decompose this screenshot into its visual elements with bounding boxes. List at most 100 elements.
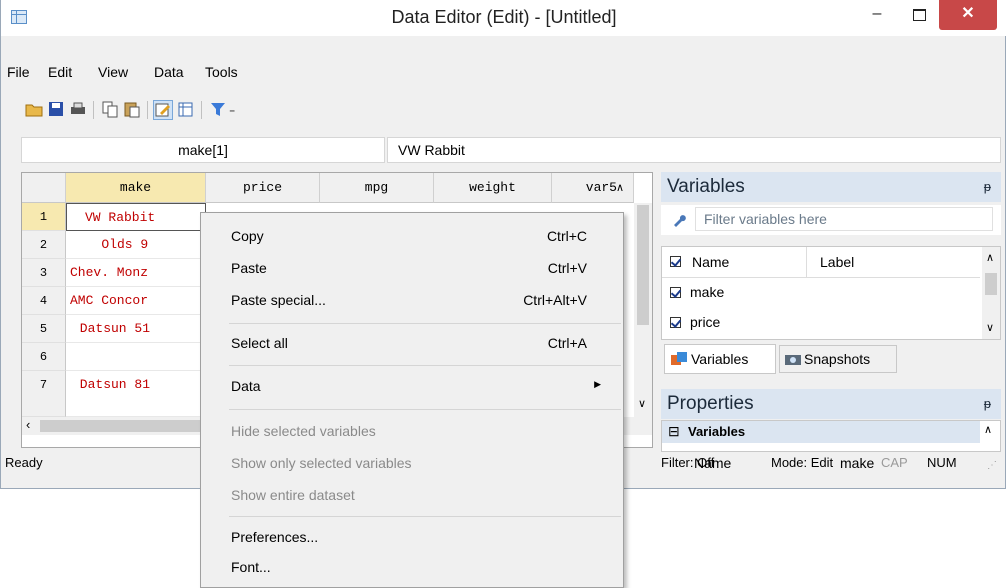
variables-filter-input[interactable]: Filter variables here — [695, 207, 993, 231]
variable-checkbox[interactable] — [670, 287, 681, 298]
horizontal-scroll-thumb[interactable] — [40, 420, 210, 432]
menu-separator — [229, 409, 621, 410]
variables-panel-header: Variables ᵽ — [661, 172, 1001, 202]
row-header[interactable]: 7 — [22, 371, 66, 417]
maximize-icon — [912, 9, 926, 21]
shortcut-select-all: Ctrl+A — [547, 335, 587, 351]
column-header-make[interactable]: make — [66, 173, 206, 203]
filter-icon[interactable] — [209, 100, 227, 118]
toolbar-separator — [93, 101, 94, 119]
vertical-scrollbar[interactable]: ∨ — [634, 203, 652, 417]
context-menu: Copy Ctrl+C Paste Ctrl+V Paste special..… — [200, 212, 624, 588]
tab-snapshots[interactable]: Snapshots — [779, 345, 897, 373]
scroll-up-icon[interactable]: ∧ — [616, 181, 624, 194]
edit-mode-icon[interactable] — [153, 100, 173, 120]
shortcut-paste: Ctrl+V — [547, 260, 587, 276]
table-cell-make[interactable]: VW Rabbit — [66, 203, 206, 231]
properties-grid: ⊟ Variables Name make ∧ — [661, 420, 1001, 471]
print-icon[interactable] — [69, 100, 87, 118]
toolbar-separator — [147, 101, 148, 119]
row-header[interactable]: 5 — [22, 315, 66, 343]
corner-header[interactable] — [22, 173, 66, 203]
row-header[interactable]: 2 — [22, 231, 66, 259]
menu-separator — [229, 323, 621, 324]
save-icon[interactable] — [47, 100, 65, 118]
variables-panel-title: Variables — [667, 176, 745, 197]
menu-item-font[interactable]: Font... — [231, 559, 271, 575]
variable-row[interactable]: make — [662, 279, 980, 307]
table-cell-make[interactable]: Chev. Monz — [66, 259, 206, 287]
cell-value-input[interactable]: VW Rabbit — [387, 137, 1001, 163]
resize-grip-icon[interactable]: ⋰ — [987, 460, 997, 471]
menu-item-preferences[interactable]: Preferences... — [231, 529, 318, 545]
minimize-button[interactable]: – — [857, 0, 897, 30]
menu-separator — [229, 365, 621, 366]
tab-snapshots-label: Snapshots — [804, 351, 871, 367]
open-folder-icon[interactable] — [25, 100, 43, 118]
maximize-button[interactable] — [899, 0, 939, 30]
collapse-icon[interactable]: ⊟ — [668, 423, 680, 440]
menu-item-paste[interactable]: Paste — [231, 260, 267, 276]
menu-item-paste-special[interactable]: Paste special... — [231, 292, 326, 308]
status-mode: Mode: Edit — [771, 455, 834, 470]
scroll-up-icon[interactable]: ∧ — [986, 251, 994, 264]
column-header-weight[interactable]: weight — [434, 173, 552, 203]
scroll-down-icon[interactable]: ∨ — [986, 321, 994, 334]
select-all-checkbox[interactable] — [670, 256, 681, 267]
scroll-thumb[interactable] — [985, 273, 997, 295]
scroll-down-icon[interactable]: ∨ — [638, 397, 646, 410]
variables-list: Name Label make price ∧ ∨ — [661, 246, 1001, 340]
vertical-scroll-thumb[interactable] — [637, 205, 649, 325]
column-label-header[interactable]: Label — [820, 254, 854, 270]
pin-icon[interactable]: ᵽ — [984, 389, 991, 419]
properties-group-label: Variables — [688, 424, 746, 439]
variables-manager-icon[interactable] — [177, 100, 195, 118]
menu-view[interactable]: View — [98, 64, 128, 80]
paste-icon[interactable] — [123, 100, 141, 118]
menu-edit[interactable]: Edit — [48, 64, 72, 80]
row-header[interactable]: 3 — [22, 259, 66, 287]
table-cell-make[interactable]: Datsun 51 — [66, 315, 206, 343]
properties-panel-header: Properties ᵽ — [661, 389, 1001, 419]
shortcut-paste-special: Ctrl+Alt+V — [523, 292, 587, 308]
pin-icon[interactable]: ᵽ — [984, 172, 991, 202]
table-cell-make[interactable]: Datsun 81 — [66, 371, 206, 417]
table-cell-make[interactable]: AMC Concor — [66, 287, 206, 315]
row-header[interactable]: 6 — [22, 343, 66, 371]
title-bar[interactable]: Data Editor (Edit) - [Untitled] – ✕ — [1, 0, 1007, 36]
camera-icon — [785, 355, 801, 365]
menu-item-hide-selected-variables: Hide selected variables — [231, 423, 376, 439]
row-header[interactable]: 4 — [22, 287, 66, 315]
variables-tab-icon — [671, 352, 687, 365]
row-header[interactable]: 1 — [22, 203, 66, 231]
menu-item-data[interactable]: Data — [231, 378, 261, 394]
copy-icon[interactable] — [101, 100, 119, 118]
tab-variables[interactable]: Variables — [664, 344, 776, 374]
column-header-price[interactable]: price — [206, 173, 320, 203]
close-button[interactable]: ✕ — [939, 0, 997, 30]
properties-group-row[interactable]: ⊟ Variables — [662, 421, 980, 443]
menu-item-copy[interactable]: Copy — [231, 228, 264, 244]
variables-list-scrollbar[interactable]: ∧ ∨ — [982, 247, 1000, 339]
column-name-header[interactable]: Name — [692, 254, 729, 270]
menu-item-show-entire-dataset: Show entire dataset — [231, 487, 355, 503]
shortcut-copy: Ctrl+C — [546, 228, 587, 244]
menu-file[interactable]: File — [7, 64, 30, 80]
submenu-arrow-icon: ▶ — [594, 379, 601, 389]
table-cell-make[interactable] — [66, 343, 206, 371]
menu-item-select-all[interactable]: Select all — [231, 335, 288, 351]
variables-filter-row: Filter variables here — [661, 205, 1001, 235]
header-divider — [806, 247, 807, 277]
filter-dropdown-icon[interactable]: ₌ — [229, 102, 235, 116]
menu-tools[interactable]: Tools — [205, 64, 238, 80]
scroll-up-icon[interactable]: ∧ — [984, 423, 992, 436]
status-ready: Ready — [5, 455, 43, 470]
column-header-mpg[interactable]: mpg — [320, 173, 434, 203]
variable-row[interactable]: price — [662, 309, 980, 337]
table-cell-make[interactable]: Olds 9 — [66, 231, 206, 259]
menu-data[interactable]: Data — [154, 64, 184, 80]
cell-reference-box: make[1] — [21, 137, 385, 163]
properties-panel-title: Properties — [667, 393, 754, 414]
variable-checkbox[interactable] — [670, 317, 681, 328]
scroll-left-icon[interactable]: ‹ — [26, 417, 30, 432]
